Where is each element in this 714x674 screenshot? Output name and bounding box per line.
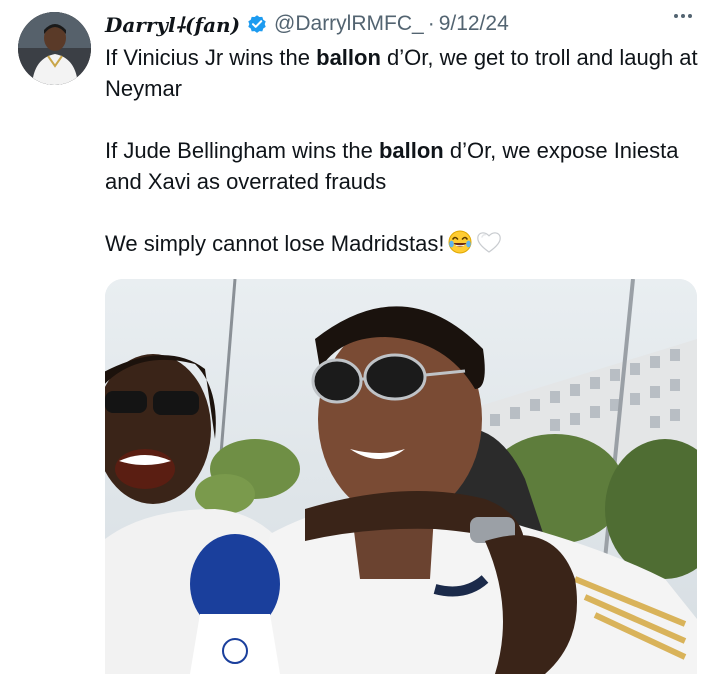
avatar[interactable] <box>18 12 91 85</box>
bold-text: ballon <box>378 138 444 163</box>
photo-image <box>105 279 697 674</box>
verified-badge-icon <box>246 13 268 35</box>
tweet-media-photo[interactable] <box>105 279 697 674</box>
user-handle[interactable]: @DarrylRMFC_ <box>274 12 424 36</box>
paragraph-2: If Jude Bellingham wins the ballon d’Or,… <box>105 135 705 197</box>
paragraph-1: If Vinicius Jr wins the ballon d’Or, we … <box>105 42 705 104</box>
paragraph-3: We simply cannot lose Madridstas! <box>105 228 705 263</box>
separator-dot: · <box>427 12 435 35</box>
avatar-image <box>18 12 91 85</box>
name-suffix: (fan) <box>185 12 241 37</box>
display-name[interactable]: Darryl⸸(fan) <box>105 11 240 38</box>
tweet-text: If Vinicius Jr wins the ballon d’Or, we … <box>105 42 705 263</box>
text-run: If Jude Bellingham wins the <box>105 138 379 163</box>
tweet-header: Darryl⸸(fan) @DarrylRMFC_ · 9/12/24 <box>105 8 654 40</box>
white-heart-emoji-icon <box>475 229 503 263</box>
bold-text: ballon <box>316 45 381 70</box>
more-options-icon[interactable] <box>674 14 692 18</box>
tears-of-joy-emoji-icon <box>447 229 473 263</box>
name-symbol: ⸸ <box>175 12 185 37</box>
text-run: We simply cannot lose Madridstas! <box>105 231 445 256</box>
display-name-text: Darryl <box>105 12 176 37</box>
tweet-date[interactable]: 9/12/24 <box>439 12 509 36</box>
tweet-card: Darryl⸸(fan) @DarrylRMFC_ · 9/12/24 If V… <box>0 0 714 674</box>
text-run: If Vinicius Jr wins the <box>105 45 317 70</box>
